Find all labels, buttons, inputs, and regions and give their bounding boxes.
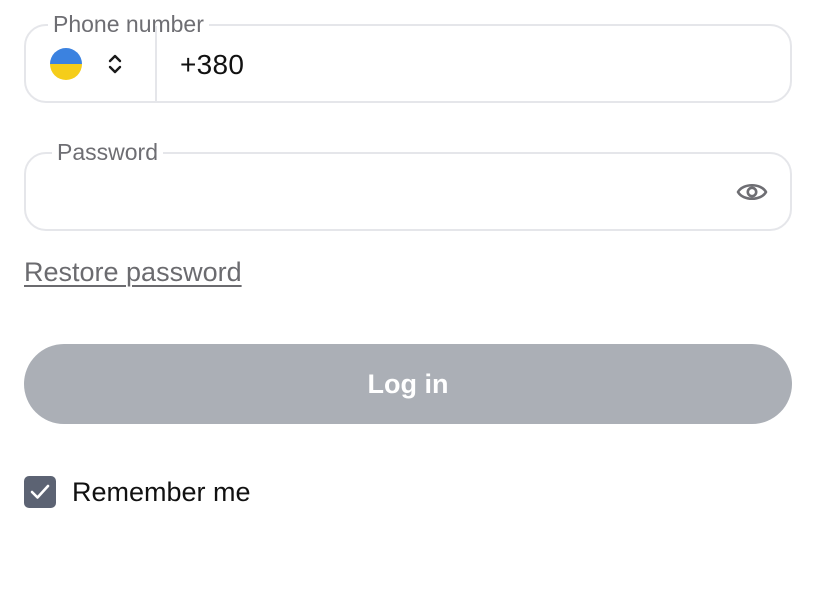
ukraine-flag-icon bbox=[50, 48, 82, 80]
eye-icon[interactable] bbox=[736, 178, 768, 206]
checkbox-box[interactable] bbox=[24, 476, 56, 508]
login-button[interactable]: Log in bbox=[24, 344, 792, 424]
checkmark-icon bbox=[30, 484, 50, 499]
phone-number-field[interactable]: Phone number +380 bbox=[24, 11, 792, 103]
restore-password-link[interactable]: Restore password bbox=[24, 256, 242, 288]
phone-number-input[interactable]: +380 bbox=[180, 26, 244, 101]
password-field[interactable]: Password bbox=[24, 139, 792, 231]
remember-me-label: Remember me bbox=[72, 477, 251, 507]
chevron-up-down-icon bbox=[108, 54, 122, 74]
flag-bottom-stripe bbox=[50, 64, 82, 80]
country-code-selector[interactable] bbox=[26, 26, 157, 101]
flag-top-stripe bbox=[50, 48, 82, 64]
password-label: Password bbox=[52, 139, 163, 165]
